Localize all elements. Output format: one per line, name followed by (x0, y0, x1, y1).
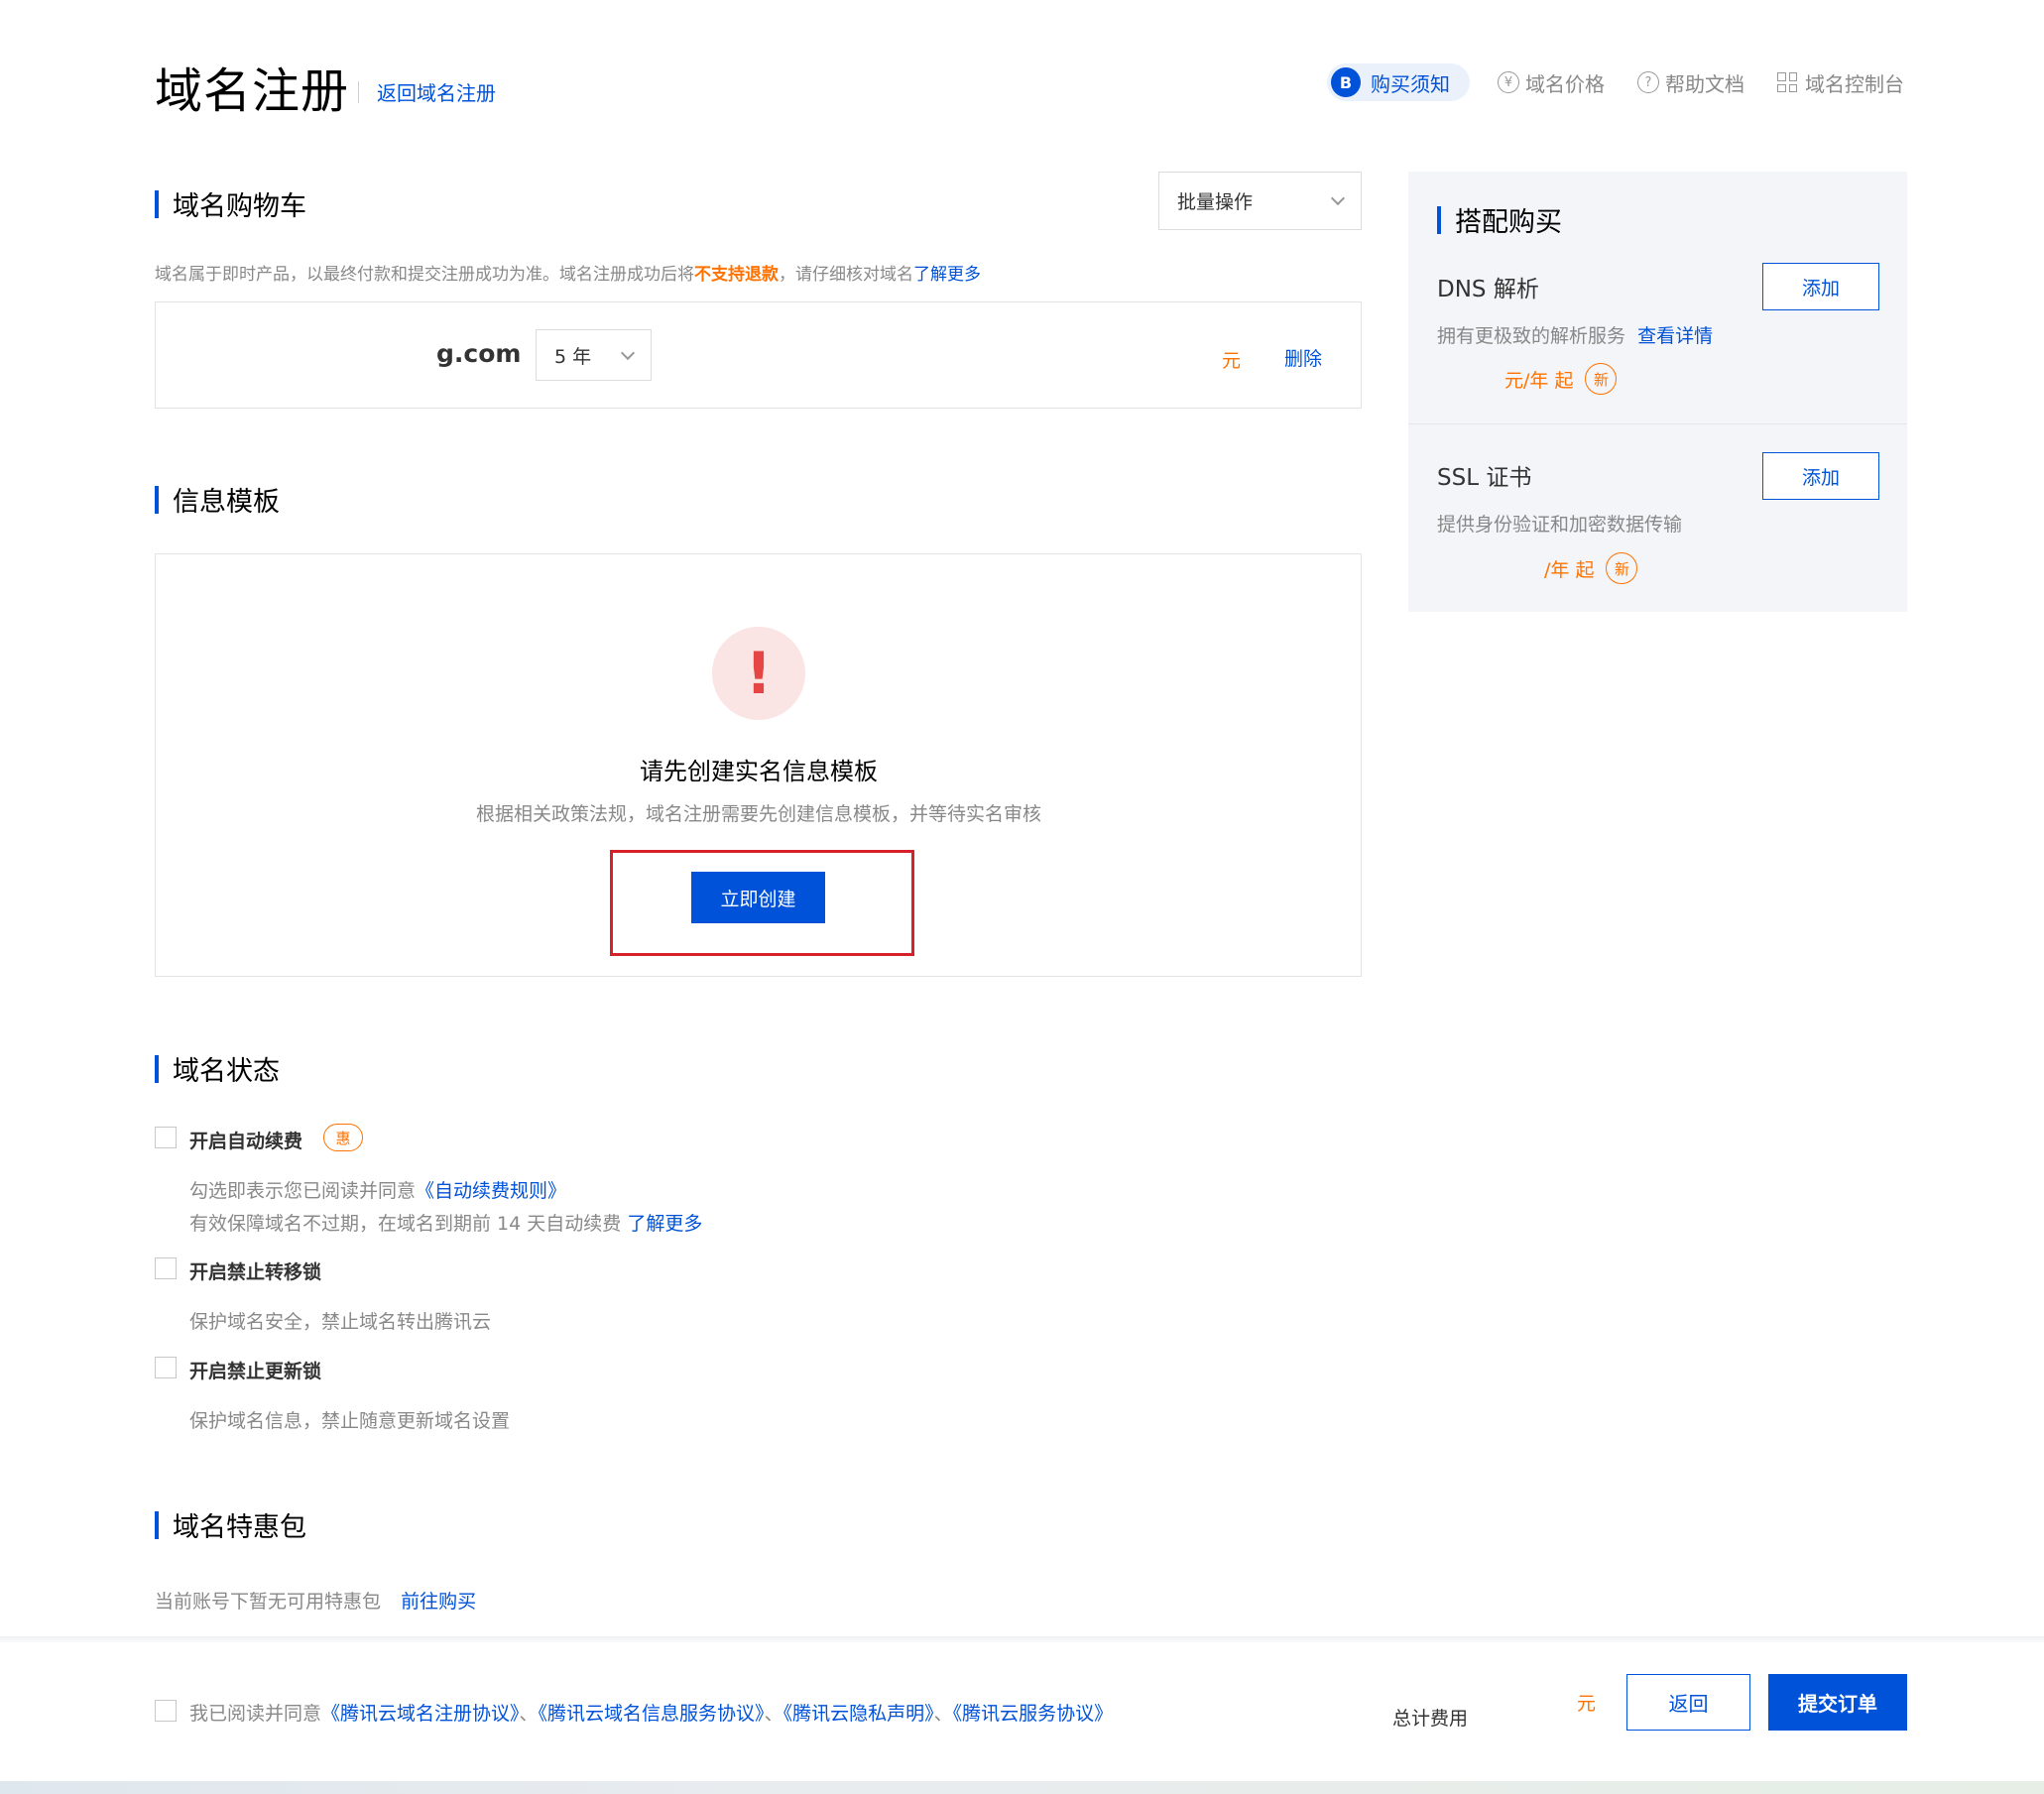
back-to-domain-register-link[interactable]: 返回域名注册 (377, 77, 496, 106)
nav-help-docs[interactable]: ? 帮助文档 (1637, 63, 1744, 101)
separator: 、 (519, 1703, 539, 1725)
domain-info-service-agreement-link[interactable]: 《腾讯云域名信息服务协议》 (539, 1703, 765, 1725)
cart-price-unit: 元 (1222, 350, 1242, 372)
template-prompt: 请先创建实名信息模板 (640, 758, 878, 785)
nav-label: 域名控制台 (1805, 71, 1904, 96)
section-bar (155, 1510, 159, 1539)
ssl-desc: 提供身份验证和加密数据传输 (1437, 514, 1683, 536)
desc-text: 勾选即表示您已阅读并同意 (189, 1180, 417, 1202)
total-cost-label: 总计费用 (1392, 1708, 1469, 1730)
ssl-name: SSL 证书 (1437, 465, 1532, 491)
add-dns-button[interactable]: 添加 (1762, 263, 1879, 310)
discount-badge: 惠 (323, 1124, 363, 1151)
panel-divider (1408, 423, 1907, 424)
nav-label: 域名价格 (1525, 71, 1605, 96)
new-badge: 新 (1585, 363, 1618, 395)
section-title-text: 域名特惠包 (173, 1512, 306, 1543)
nav-domain-price[interactable]: ¥ 域名价格 (1498, 63, 1605, 101)
cart-section-title: 域名购物车 (155, 184, 306, 223)
title-divider (358, 81, 359, 103)
no-refund-highlight: 不支持退款 (694, 265, 779, 285)
section-bar (155, 1054, 159, 1083)
auto-renew-label: 开启自动续费 (189, 1131, 303, 1152)
new-badge: 新 (1606, 552, 1638, 584)
update-lock-desc: 保护域名信息，禁止随意更新域名设置 (189, 1410, 511, 1432)
agree-checkbox[interactable] (155, 1700, 177, 1722)
separator: 、 (764, 1703, 783, 1725)
chevron-down-icon (1330, 190, 1346, 206)
grid-icon (1777, 72, 1797, 92)
chevron-down-icon (620, 345, 636, 360)
doc-badge-icon: B (1331, 67, 1361, 97)
go-buy-link[interactable]: 前往购买 (401, 1591, 476, 1613)
dns-name: DNS 解析 (1437, 277, 1539, 302)
price-text: /年 起 (1544, 558, 1595, 581)
pack-note: 当前账号下暂无可用特惠包 前往购买 (155, 1587, 476, 1614)
delete-item-link[interactable]: 删除 (1284, 344, 1322, 371)
yen-icon: ¥ (1498, 71, 1519, 93)
transfer-lock-label: 开启禁止转移锁 (189, 1261, 322, 1283)
desc-text: 拥有更极致的解析服务 (1437, 325, 1626, 347)
section-title-text: 信息模板 (173, 487, 280, 518)
desc-text: 有效保障域名不过期，在域名到期前 14 天自动续费 (189, 1213, 622, 1235)
section-bar (155, 189, 159, 218)
nav-label: 购买须知 (1371, 71, 1450, 96)
separator: 、 (933, 1703, 953, 1725)
learn-more-link[interactable]: 了解更多 (913, 265, 981, 285)
agree-prefix: 我已阅读并同意 (189, 1703, 322, 1725)
dns-details-link[interactable]: 查看详情 (1637, 325, 1713, 347)
year-value: 5 年 (554, 345, 592, 368)
submit-order-button[interactable]: 提交订单 (1768, 1674, 1907, 1731)
create-now-button[interactable]: 立即创建 (691, 872, 825, 923)
add-ssl-button[interactable]: 添加 (1762, 452, 1879, 500)
auto-renew-learn-more-link[interactable]: 了解更多 (627, 1213, 702, 1235)
bottom-strip (0, 1781, 2044, 1794)
cart-note: 域名属于即时产品，以最终付款和提交注册成功为准。域名注册成功后将不支持退款，请仔… (155, 260, 981, 285)
pack-note-text: 当前账号下暂无可用特惠包 (155, 1591, 382, 1613)
section-title-text: 域名购物车 (173, 191, 306, 222)
section-title-text: 域名状态 (173, 1056, 280, 1087)
auto-renew-rules-link[interactable]: 《自动续费规则》 (416, 1180, 566, 1202)
service-agreement-link[interactable]: 《腾讯云服务协议》 (953, 1703, 1114, 1725)
page-title: 域名注册 (155, 63, 350, 119)
help-icon: ? (1637, 71, 1659, 93)
agreement-text: 我已阅读并同意《腾讯云域名注册协议》、《腾讯云域名信息服务协议》、《腾讯云隐私声… (189, 1699, 1113, 1726)
privacy-statement-link[interactable]: 《腾讯云隐私声明》 (783, 1703, 934, 1725)
nav-label: 帮助文档 (1665, 71, 1744, 96)
domain-registration-agreement-link[interactable]: 《腾讯云域名注册协议》 (321, 1703, 520, 1725)
cart-item (155, 301, 1362, 409)
update-lock-checkbox[interactable] (155, 1357, 177, 1378)
cart-domain-name: g.com (436, 339, 522, 368)
auto-renew-desc-2: 有效保障域名不过期，在域名到期前 14 天自动续费 了解更多 (189, 1209, 702, 1236)
transfer-lock-checkbox[interactable] (155, 1257, 177, 1279)
update-lock-label: 开启禁止更新锁 (189, 1361, 322, 1382)
status-section-title: 域名状态 (155, 1049, 280, 1088)
transfer-lock-desc: 保护域名安全，禁止域名转出腾讯云 (189, 1311, 492, 1333)
batch-label: 批量操作 (1177, 191, 1254, 213)
cart-note-prefix: 域名属于即时产品，以最终付款和提交注册成功为准。域名注册成功后将 (155, 265, 694, 285)
bundle-panel-title: 搭配购买 (1437, 200, 1562, 239)
year-select[interactable]: 5 年 (536, 329, 652, 381)
nav-domain-console[interactable]: 域名控制台 (1777, 63, 1904, 101)
pack-section-title: 域名特惠包 (155, 1505, 306, 1544)
auto-renew-checkbox[interactable] (155, 1127, 177, 1148)
back-button[interactable]: 返回 (1626, 1674, 1750, 1731)
section-title-text: 搭配购买 (1455, 207, 1562, 238)
warning-icon: ! (712, 627, 805, 720)
price-text: 元/年 起 (1504, 369, 1574, 392)
template-desc: 根据相关政策法规，域名注册需要先创建信息模板，并等待实名审核 (475, 803, 1041, 825)
total-cost-unit: 元 (1577, 1693, 1597, 1715)
dns-desc: 拥有更极致的解析服务 查看详情 (1437, 321, 1713, 348)
nav-purchase-notice[interactable]: B 购买须知 (1327, 63, 1470, 101)
batch-operation-select[interactable]: 批量操作 (1158, 172, 1362, 230)
dns-price: 元/年 起 新 (1504, 363, 1618, 395)
auto-renew-desc-1: 勾选即表示您已阅读并同意《自动续费规则》 (189, 1176, 566, 1203)
cart-note-suffix: ，请仔细核对域名 (779, 265, 913, 285)
ssl-price: /年 起 新 (1544, 552, 1638, 584)
section-bar (1437, 205, 1441, 234)
section-bar (155, 485, 159, 514)
template-section-title: 信息模板 (155, 480, 280, 519)
